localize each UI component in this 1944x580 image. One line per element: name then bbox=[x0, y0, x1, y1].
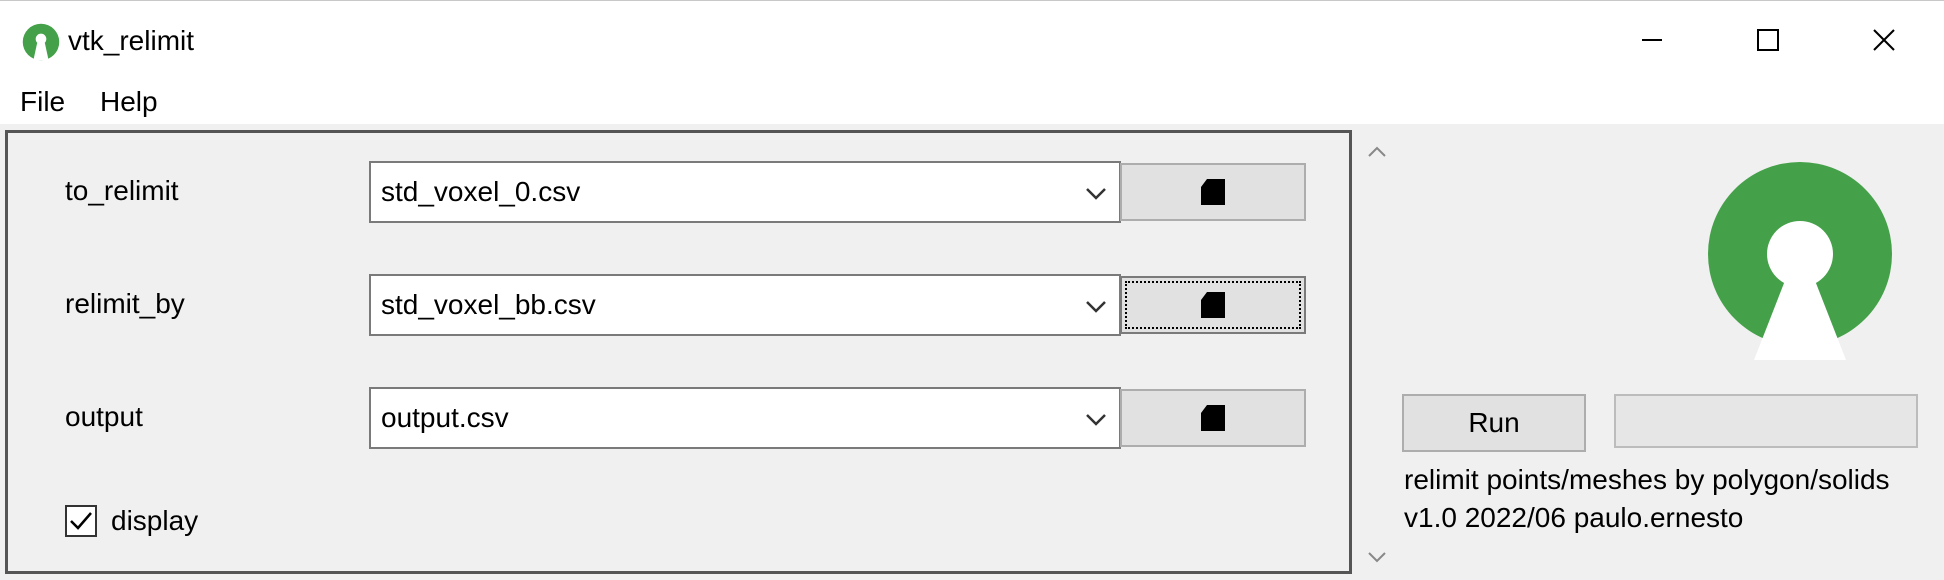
version-text: v1.0 2022/06 paulo.ernesto bbox=[1404, 502, 1744, 533]
output-label: output bbox=[65, 401, 143, 432]
relimit-by-combobox[interactable]: std_voxel_bb.csv bbox=[369, 274, 1121, 336]
output-combobox[interactable]: output.csv bbox=[369, 387, 1121, 449]
title-bar[interactable]: vtk_relimit bbox=[0, 0, 1944, 79]
display-checkbox[interactable] bbox=[65, 505, 97, 537]
menu-file[interactable]: File bbox=[16, 84, 69, 120]
chevron-down-icon[interactable] bbox=[1081, 293, 1111, 319]
maximize-button[interactable] bbox=[1710, 1, 1826, 79]
run-button[interactable]: Run bbox=[1402, 394, 1586, 452]
close-button[interactable] bbox=[1826, 1, 1942, 79]
scroll-up-icon[interactable] bbox=[1364, 140, 1390, 164]
window-title: vtk_relimit bbox=[68, 25, 195, 56]
file-open-icon bbox=[1201, 179, 1225, 205]
maximize-icon bbox=[1757, 29, 1779, 51]
output-browse-button[interactable] bbox=[1120, 389, 1306, 447]
relimit-by-label: relimit_by bbox=[65, 288, 185, 319]
close-icon bbox=[1873, 29, 1895, 51]
progress-bar bbox=[1614, 394, 1918, 448]
output-value: output.csv bbox=[381, 402, 509, 433]
display-checkbox-label[interactable]: display bbox=[111, 503, 198, 539]
menu-bar: File Help bbox=[0, 78, 1944, 124]
run-button-label: Run bbox=[1468, 407, 1520, 438]
checkmark-icon bbox=[70, 512, 92, 530]
app-logo-icon bbox=[22, 23, 60, 61]
file-open-icon bbox=[1201, 292, 1225, 318]
file-open-icon bbox=[1201, 405, 1225, 431]
chevron-down-icon[interactable] bbox=[1081, 180, 1111, 206]
relimit-by-browse-button[interactable] bbox=[1120, 276, 1306, 334]
to-relimit-browse-button[interactable] bbox=[1120, 163, 1306, 221]
menu-help[interactable]: Help bbox=[96, 84, 162, 120]
input-form-panel: to_relimit std_voxel_0.csv relimit_by st… bbox=[5, 130, 1352, 574]
open-source-logo bbox=[1708, 162, 1892, 360]
description-text: relimit points/meshes by polygon/solids bbox=[1404, 464, 1890, 495]
minimize-button[interactable] bbox=[1594, 1, 1710, 79]
app-window: vtk_relimit File Help to_relimit std_vox… bbox=[0, 0, 1944, 580]
scroll-down-icon[interactable] bbox=[1364, 545, 1390, 569]
chevron-down-icon[interactable] bbox=[1081, 406, 1111, 432]
to-relimit-value: std_voxel_0.csv bbox=[381, 176, 581, 207]
to-relimit-label: to_relimit bbox=[65, 175, 179, 206]
minimize-icon bbox=[1642, 39, 1662, 41]
relimit-by-value: std_voxel_bb.csv bbox=[381, 289, 596, 320]
to-relimit-combobox[interactable]: std_voxel_0.csv bbox=[369, 161, 1121, 223]
